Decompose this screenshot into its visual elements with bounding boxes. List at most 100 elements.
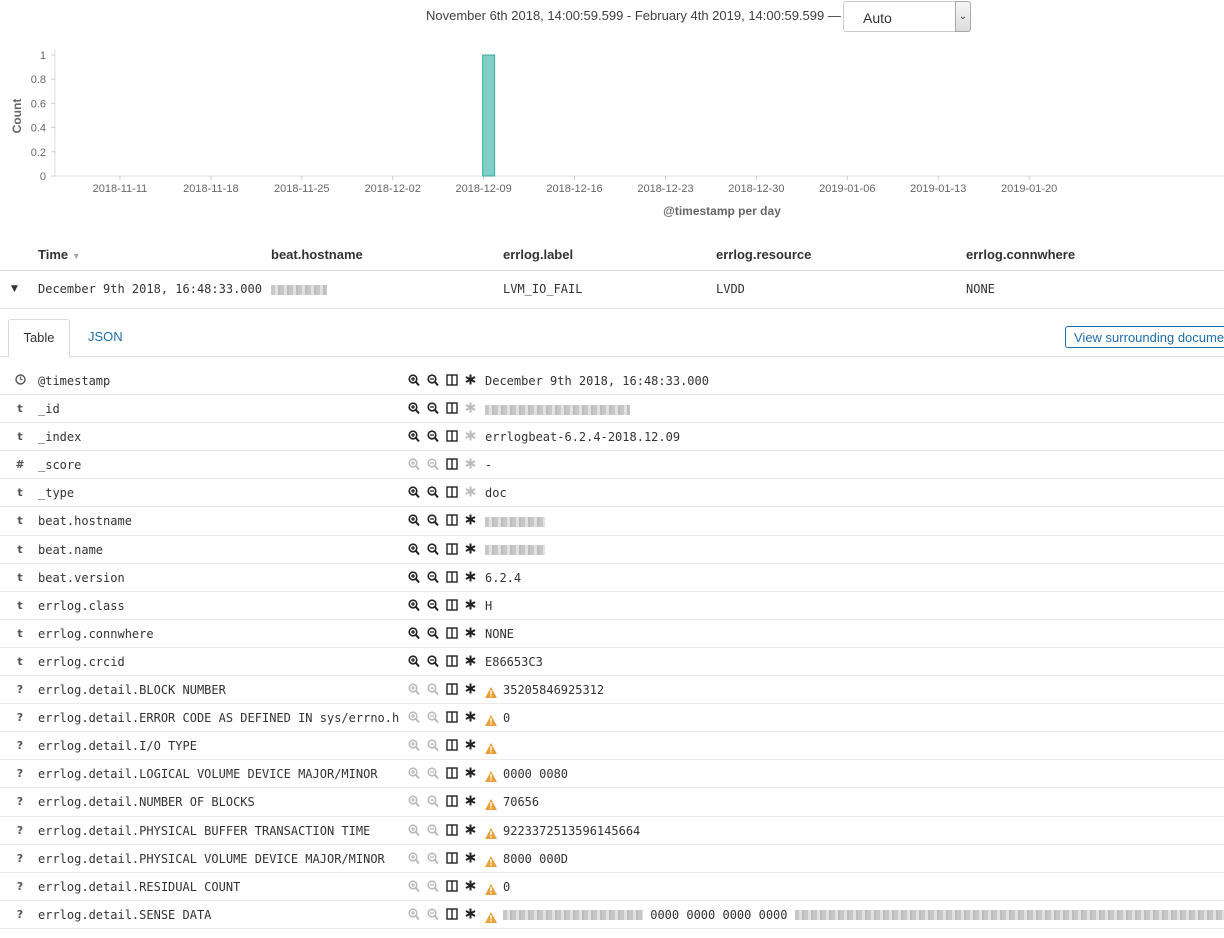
field-value-redacted: [485, 543, 545, 557]
field-name: _index: [38, 430, 82, 445]
unknown-type-icon: ?: [16, 879, 24, 893]
header-divider: [0, 270, 1224, 271]
collapse-row-icon[interactable]: ▼: [11, 284, 18, 294]
warning-icon: [485, 880, 497, 899]
row-divider: [0, 308, 1224, 309]
field-row: t beat.version 6.2.4: [0, 564, 1224, 592]
field-row: t errlog.class H: [0, 592, 1224, 620]
field-value: 70656: [503, 795, 540, 810]
warning-icon: [485, 795, 497, 814]
x-tick-label: 2018-11-18: [183, 183, 238, 195]
field-row: ? errlog.detail.SENSE DATA 0000 0000 0000…: [0, 901, 1224, 929]
field-name: beat.name: [38, 542, 104, 557]
field-name: beat.version: [38, 570, 125, 585]
field-value: errlogbeat-6.2.4-2018.12.09: [485, 430, 681, 445]
x-tick-label: 2018-12-02: [365, 183, 421, 195]
tab-table[interactable]: Table: [8, 319, 70, 357]
warning-icon: [485, 739, 497, 758]
field-row: ? errlog.detail.LOGICAL VOLUME DEVICE MAJ…: [0, 760, 1224, 789]
field-value: -: [485, 458, 493, 473]
string-type-icon: t: [17, 570, 23, 584]
field-row: ? errlog.detail.BLOCK NUMBER 3520584692531…: [0, 676, 1224, 705]
y-tick-label: 0: [40, 171, 46, 183]
warning-icon: [485, 683, 497, 702]
field-table: @timestamp December 9th 2018, 16:48:33.00…: [0, 367, 1224, 929]
tab-json[interactable]: JSON: [88, 329, 123, 344]
field-value: 35205846925312: [503, 683, 605, 698]
column-header-connwhere[interactable]: errlog.connwhere: [966, 247, 1075, 262]
column-header-time[interactable]: Time ▼: [38, 247, 81, 262]
x-axis-title: @timestamp per day: [663, 204, 781, 218]
x-tick-label: 2018-12-30: [728, 183, 784, 195]
unknown-type-icon: ?: [16, 851, 24, 865]
field-value: 6.2.4: [485, 570, 522, 585]
chevron-down-icon[interactable]: ⌄: [955, 1, 971, 32]
field-row: t _id: [0, 395, 1224, 424]
unknown-type-icon: ?: [16, 795, 24, 809]
string-type-icon: t: [17, 486, 23, 500]
warning-icon: [485, 824, 497, 843]
view-surrounding-documents-button[interactable]: View surrounding documents: [1065, 326, 1224, 348]
column-header-hostname[interactable]: beat.hostname: [271, 247, 363, 262]
field-row: ? errlog.detail.I/O TYPE: [0, 732, 1224, 761]
field-name: _score: [38, 458, 82, 473]
column-header-resource[interactable]: errlog.resource: [716, 247, 811, 262]
string-type-icon: t: [17, 542, 23, 556]
sort-desc-icon[interactable]: ▼: [72, 251, 81, 261]
column-header-label[interactable]: errlog.label: [503, 247, 573, 262]
y-tick-label: 1: [40, 50, 46, 62]
field-name: errlog.crcid: [38, 654, 125, 669]
field-row: ? errlog.detail.NUMBER OF BLOCKS 70656: [0, 788, 1224, 817]
row-connwhere: NONE: [966, 282, 995, 296]
y-tick-label: 0.8: [31, 74, 46, 86]
warning-icon: [485, 711, 497, 730]
field-name: errlog.class: [38, 598, 125, 613]
row-label: LVM_IO_FAIL: [503, 282, 583, 296]
field-name: errlog.connwhere: [38, 626, 154, 641]
field-value: H: [485, 598, 493, 613]
field-name: beat.hostname: [38, 514, 132, 529]
row-hostname: [271, 282, 327, 296]
string-type-icon: t: [17, 430, 23, 444]
field-row: t beat.name: [0, 536, 1224, 564]
field-value: NONE: [485, 626, 514, 641]
row-resource: LVDD: [716, 282, 745, 296]
x-tick-label: 2018-12-09: [455, 183, 511, 195]
field-value-redacted: [485, 402, 630, 416]
field-row: t errlog.crcid E86653C3: [0, 648, 1224, 677]
field-name: errlog.detail.SENSE DATA: [38, 907, 212, 922]
unknown-type-icon: ?: [16, 823, 24, 837]
string-type-icon: t: [17, 402, 23, 416]
field-row: t _type doc: [0, 479, 1224, 508]
interval-select[interactable]: Auto ⌄: [843, 1, 971, 32]
histogram-bar: [482, 54, 496, 177]
field-name: @timestamp: [38, 374, 111, 388]
field-value: 0: [503, 879, 511, 894]
field-row: # _score -: [0, 451, 1224, 480]
unknown-type-icon: ?: [16, 711, 24, 725]
field-row: t beat.hostname: [0, 507, 1224, 536]
interval-value: Auto: [863, 10, 892, 26]
time-range-label[interactable]: November 6th 2018, 14:00:59.599 - Februa…: [426, 8, 841, 23]
field-row: t errlog.connwhere NONE: [0, 620, 1224, 648]
row-time: December 9th 2018, 16:48:33.000: [38, 282, 262, 296]
y-tick-label: 0.2: [31, 147, 46, 159]
x-tick-label: 2019-01-13: [910, 183, 966, 195]
warning-icon: [485, 908, 497, 927]
unknown-type-icon: ?: [16, 739, 24, 753]
field-value: 0000 0000 0000 0000: [503, 908, 1224, 922]
unknown-type-icon: ?: [16, 683, 24, 697]
tabs-divider: [0, 356, 1224, 357]
field-value: 0000 0080: [503, 767, 569, 782]
field-name: errlog.detail.ERROR CODE AS DEFINED IN s…: [38, 711, 400, 726]
x-tick-label: 2019-01-20: [1001, 183, 1057, 195]
x-tick-label: 2018-12-23: [637, 183, 693, 195]
x-tick-label: 2018-12-16: [546, 183, 602, 195]
column-header-time-label: Time: [38, 247, 69, 262]
field-row: ? errlog.detail.PHYSICAL VOLUME DEVICE MA…: [0, 845, 1224, 873]
field-name: errlog.detail.PHYSICAL VOLUME DEVICE MAJ…: [38, 851, 385, 866]
field-value: December 9th 2018, 16:48:33.000: [485, 374, 709, 388]
field-name: errlog.detail.RESIDUAL COUNT: [38, 879, 241, 894]
field-name: _id: [38, 402, 60, 417]
field-row: ? errlog.detail.RESIDUAL COUNT 0: [0, 873, 1224, 901]
